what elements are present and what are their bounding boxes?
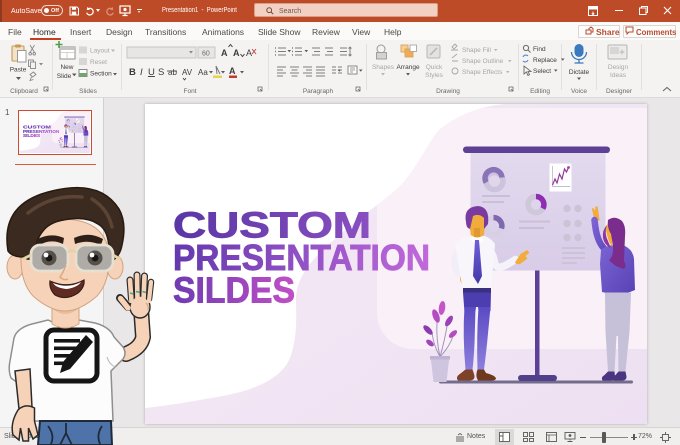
svg-text:Find: Find <box>533 46 546 53</box>
svg-text:AV: AV <box>182 68 193 77</box>
svg-text:Reset: Reset <box>90 59 107 66</box>
svg-text:New: New <box>60 64 73 71</box>
svg-text:Font: Font <box>183 88 196 95</box>
svg-text:Paragraph: Paragraph <box>303 88 334 95</box>
svg-text:Dictate: Dictate <box>569 69 590 76</box>
svg-text:Slides: Slides <box>79 88 97 95</box>
svg-text:Slide: Slide <box>57 73 72 80</box>
svg-text:Shapes: Shapes <box>372 64 395 71</box>
svg-text:Styles: Styles <box>425 72 443 79</box>
svg-text:Design: Design <box>608 64 629 71</box>
svg-text:Quick: Quick <box>426 64 443 71</box>
svg-text:Clipboard: Clipboard <box>10 88 38 95</box>
svg-text:Ideas: Ideas <box>610 72 627 79</box>
svg-text:Replace: Replace <box>533 57 557 64</box>
svg-text:Layout: Layout <box>90 48 110 55</box>
svg-text:Paste: Paste <box>10 67 27 74</box>
svg-text:I: I <box>140 67 143 78</box>
svg-text:A: A <box>229 66 236 76</box>
svg-text:Shape Fill: Shape Fill <box>462 47 491 54</box>
svg-text:A: A <box>246 48 252 58</box>
svg-text:Aa: Aa <box>198 68 208 77</box>
svg-text:Editing: Editing <box>530 88 550 95</box>
svg-text:Arrange: Arrange <box>396 64 420 71</box>
svg-text:A: A <box>221 48 228 58</box>
svg-text:Designer: Designer <box>606 88 633 95</box>
svg-text:Select: Select <box>533 68 551 75</box>
svg-text:S: S <box>158 67 164 78</box>
svg-text:U: U <box>148 67 155 78</box>
svg-text:Section: Section <box>90 71 112 78</box>
svg-text:A: A <box>233 48 240 58</box>
svg-text:SILDES: SILDES <box>173 270 295 311</box>
svg-text:Drawing: Drawing <box>436 88 460 95</box>
svg-text:60: 60 <box>202 51 210 58</box>
svg-text:Shape Effects: Shape Effects <box>462 69 503 76</box>
svg-text:B: B <box>129 67 136 78</box>
svg-text:Voice: Voice <box>571 88 587 95</box>
svg-text:Shape Outline: Shape Outline <box>462 58 504 65</box>
svg-text:ab: ab <box>168 68 177 77</box>
